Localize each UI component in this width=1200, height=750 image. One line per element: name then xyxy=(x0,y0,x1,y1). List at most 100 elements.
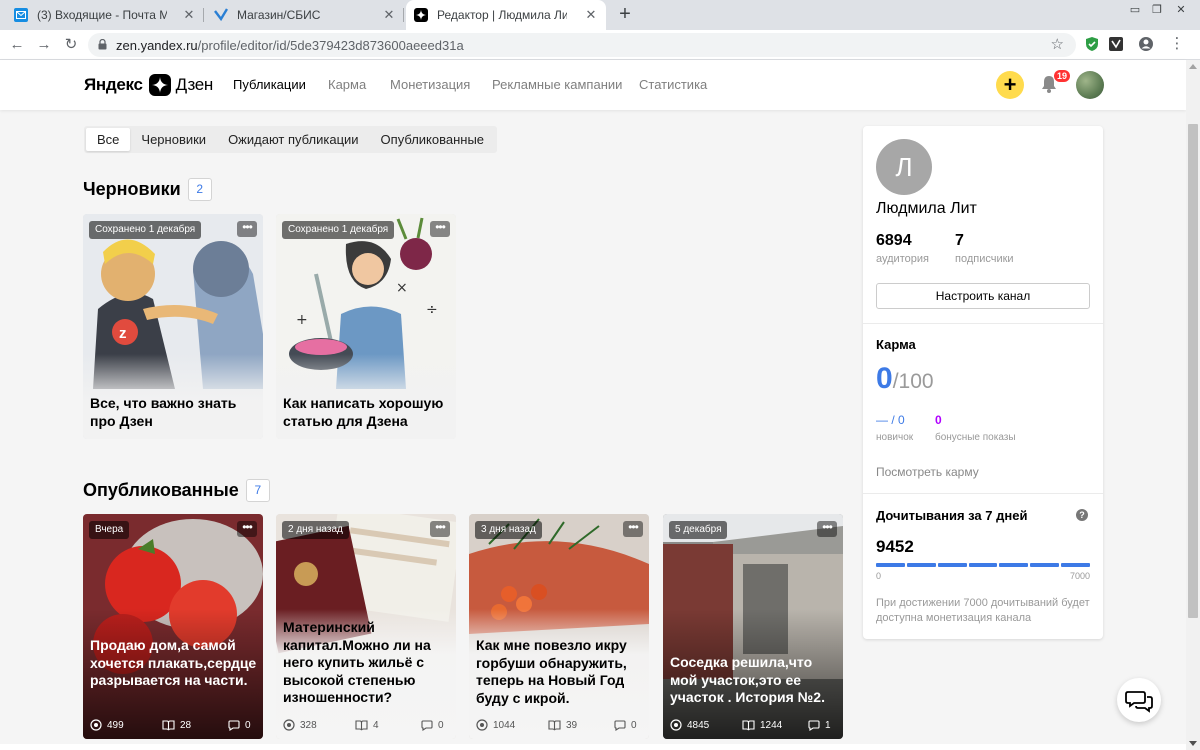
draft-card[interactable]: × ÷ + Сохранено 1 декабря ••• Как написа… xyxy=(276,214,456,439)
eye-icon xyxy=(476,719,488,731)
bookmark-star-icon[interactable]: ☆ xyxy=(1051,35,1064,53)
card-stats: 1044 39 0 xyxy=(476,717,644,733)
tab-title: Магазин/СБИС xyxy=(237,8,321,22)
comments-stat: 0 xyxy=(421,717,444,733)
reads-stat: 39 xyxy=(548,717,577,733)
channel-name: Людмила Лит xyxy=(876,200,977,217)
new-tab-button[interactable]: + xyxy=(614,4,636,26)
mail-extension-icon[interactable] xyxy=(1108,36,1124,52)
published-card[interactable]: Вчера ••• Продаю дом,а самой хочется пла… xyxy=(83,514,263,739)
saved-date-badge: Сохранено 1 декабря xyxy=(282,221,395,239)
svg-text:+: + xyxy=(296,312,308,328)
more-menu-icon[interactable]: ••• xyxy=(430,221,450,237)
setup-channel-button[interactable]: Настроить канал xyxy=(876,283,1090,309)
nav-karma[interactable]: Карма xyxy=(328,77,366,92)
close-window-icon[interactable]: ✕ xyxy=(1170,0,1192,22)
forward-icon[interactable]: → xyxy=(33,34,55,56)
reads-count: 4 xyxy=(373,719,379,731)
nav-statistics[interactable]: Статистика xyxy=(639,77,707,92)
close-icon[interactable]: ✕ xyxy=(584,8,598,22)
drafts-count: 2 xyxy=(187,178,212,201)
published-card[interactable]: 3 дня назад ••• Как мне повезло икру гор… xyxy=(469,514,649,739)
more-menu-icon[interactable]: ••• xyxy=(623,521,643,537)
close-icon[interactable]: ✕ xyxy=(382,8,396,22)
reads-count: 28 xyxy=(180,719,192,731)
book-icon xyxy=(548,719,561,730)
support-chat-button[interactable] xyxy=(1117,678,1161,722)
views-count: 328 xyxy=(300,719,317,731)
tab-mail[interactable]: (3) Входящие - Почта Mail.ru ✕ xyxy=(6,0,204,30)
logo-zen-text: Дзен xyxy=(175,75,214,94)
browser-toolbar: ← → ↻ zen.yandex.ru/profile/editor/id/5d… xyxy=(0,30,1200,60)
nav-monetization[interactable]: Монетизация xyxy=(390,77,470,92)
address-bar[interactable]: zen.yandex.ru/profile/editor/id/5de37942… xyxy=(88,33,1076,57)
section-title: Опубликованные xyxy=(83,480,239,500)
reads-count: 1244 xyxy=(760,719,783,731)
comments-stat: 1 xyxy=(808,717,831,733)
tab-sbis[interactable]: Магазин/СБИС ✕ xyxy=(206,0,404,30)
restore-icon[interactable]: ❐ xyxy=(1146,0,1168,22)
close-icon[interactable]: ✕ xyxy=(182,8,196,22)
zen-logo-icon xyxy=(148,74,171,96)
more-menu-icon[interactable]: ••• xyxy=(237,221,257,237)
filter-all[interactable]: Все xyxy=(86,128,131,151)
eye-icon xyxy=(283,719,295,731)
account-icon[interactable] xyxy=(1138,36,1154,52)
browser-menu-icon[interactable]: ⋮ xyxy=(1166,33,1188,55)
published-card[interactable]: 5 декабря ••• Соседка решила,что мой уча… xyxy=(663,514,843,739)
scroll-thumb[interactable] xyxy=(1188,124,1198,618)
svg-text:÷: ÷ xyxy=(426,302,438,318)
publish-date-badge: Вчера xyxy=(89,521,130,539)
publish-date-badge: 2 дня назад xyxy=(282,521,349,539)
zen-favicon-icon xyxy=(414,8,428,22)
comments-stat: 0 xyxy=(614,717,637,733)
nav-ad-campaigns[interactable]: Рекламные кампании xyxy=(492,77,622,92)
karma-title: Карма xyxy=(876,337,916,352)
shield-extension-icon[interactable] xyxy=(1084,36,1100,52)
card-title: Материнский капитал.Можно ли на него куп… xyxy=(283,619,431,705)
comments-count: 0 xyxy=(438,719,444,731)
divider xyxy=(863,493,1103,494)
card-title: Продаю дом,а самой хочется плакать,сердц… xyxy=(90,637,257,688)
view-karma-link[interactable]: Посмотреть карму xyxy=(876,465,979,479)
chat-icon xyxy=(1125,691,1153,713)
tab-editor[interactable]: Редактор | Людмила Лит | Яндекс ✕ xyxy=(406,0,606,30)
published-card[interactable]: 2 дня назад ••• Материнский капитал.Можн… xyxy=(276,514,456,739)
reads-progress-bar xyxy=(876,563,1091,567)
user-avatar[interactable] xyxy=(1076,71,1104,99)
views-stat: 4845 xyxy=(670,717,709,733)
back-icon[interactable]: ← xyxy=(6,34,28,56)
filter-pending[interactable]: Ожидают публикации xyxy=(217,128,369,151)
channel-avatar[interactable]: Л xyxy=(876,139,932,195)
svg-text:z: z xyxy=(119,325,127,342)
publication-filter: Все Черновики Ожидают публикации Опублик… xyxy=(84,126,498,153)
comments-count: 0 xyxy=(245,719,251,731)
filter-published[interactable]: Опубликованные xyxy=(370,128,496,151)
progress-segment xyxy=(968,563,998,567)
tab-title: Редактор | Людмила Лит | Яндекс xyxy=(437,8,567,22)
draft-card[interactable]: z Сохранено 1 декабря ••• Все, что важно… xyxy=(83,214,263,439)
views-count: 4845 xyxy=(687,719,710,731)
more-menu-icon[interactable]: ••• xyxy=(430,521,450,537)
create-button[interactable]: + xyxy=(996,71,1024,99)
help-icon[interactable]: ? xyxy=(1076,509,1088,521)
reads-stat: 1244 xyxy=(742,717,782,733)
drafts-heading: Черновики 2 xyxy=(83,178,212,201)
scroll-down-icon[interactable] xyxy=(1189,741,1197,746)
browser-tab-bar: (3) Входящие - Почта Mail.ru ✕ Магазин/С… xyxy=(0,0,1200,30)
card-title: Все, что важно знать про Дзен xyxy=(90,395,237,429)
zen-logo[interactable]: Яндекс Дзен xyxy=(84,74,213,96)
saved-date-badge: Сохранено 1 декабря xyxy=(89,221,202,239)
channel-sidebar: Л Людмила Лит 6894 аудитория 7 подписчик… xyxy=(863,126,1103,639)
reload-icon[interactable]: ↻ xyxy=(60,34,82,56)
more-menu-icon[interactable]: ••• xyxy=(817,521,837,537)
card-title: Как мне повезло икру горбуши обнаружить,… xyxy=(476,637,627,706)
page-scrollbar[interactable] xyxy=(1186,60,1200,750)
nav-publications[interactable]: Публикации xyxy=(233,77,306,92)
karma-max: /100 xyxy=(892,370,934,393)
minimize-icon[interactable]: ▭ xyxy=(1124,0,1146,22)
karma-value: 0 xyxy=(876,362,893,395)
more-menu-icon[interactable]: ••• xyxy=(237,521,257,537)
filter-drafts[interactable]: Черновики xyxy=(130,128,217,151)
scroll-up-icon[interactable] xyxy=(1189,64,1197,69)
